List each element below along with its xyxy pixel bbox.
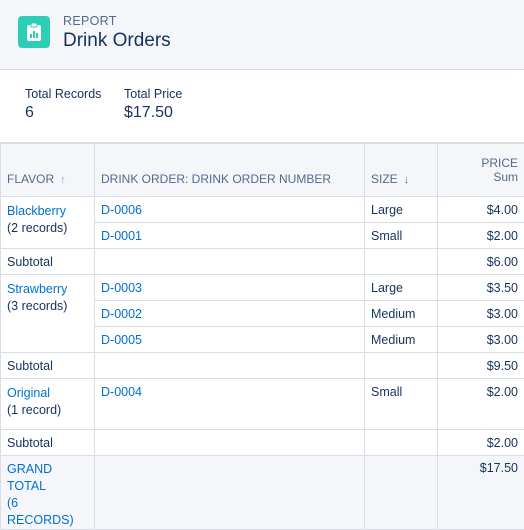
column-header-size-label: SIZE bbox=[371, 172, 398, 186]
subtotal-value: $6.00 bbox=[438, 249, 524, 275]
report-table: FLAVOR↑ DRINK ORDER: DRINK ORDER NUMBER … bbox=[0, 143, 524, 530]
subtotal-value: $9.50 bbox=[438, 353, 524, 379]
grand-total-label: GRAND TOTAL bbox=[7, 462, 52, 493]
group-record-count: (3 records) bbox=[7, 299, 67, 313]
report-type-label: REPORT bbox=[63, 14, 117, 28]
table-row: Original (1 record) D-0004 Small $2.00 bbox=[1, 379, 524, 430]
group-flavor-name[interactable]: Strawberry bbox=[7, 282, 67, 296]
report-icon bbox=[18, 16, 50, 48]
report-header: REPORT Drink Orders bbox=[0, 0, 524, 70]
price-cell: $3.00 bbox=[438, 327, 524, 353]
column-header-price-aggregate: Sum bbox=[444, 170, 518, 184]
price-cell: $3.50 bbox=[438, 275, 524, 301]
grand-total-cell: GRAND TOTAL (6 RECORDS) bbox=[1, 456, 95, 530]
report-summary: Total Records 6 Total Price $17.50 bbox=[0, 70, 524, 143]
size-cell: Medium bbox=[365, 301, 438, 327]
size-cell: Large bbox=[365, 275, 438, 301]
column-header-price-label: PRICE bbox=[481, 156, 518, 170]
group-flavor-cell: Blackberry (2 records) bbox=[1, 197, 95, 249]
total-price-stat: Total Price $17.50 bbox=[124, 87, 182, 122]
size-cell: Small bbox=[365, 379, 438, 430]
group-flavor-name[interactable]: Original bbox=[7, 386, 50, 400]
grand-total-row: GRAND TOTAL (6 RECORDS) $17.50 bbox=[1, 456, 524, 530]
total-records-value: 6 bbox=[25, 104, 101, 122]
total-price-label: Total Price bbox=[124, 87, 182, 101]
order-number-link[interactable]: D-0005 bbox=[101, 333, 142, 347]
order-number-link[interactable]: D-0002 bbox=[101, 307, 142, 321]
group-record-count: (2 records) bbox=[7, 221, 67, 235]
subtotal-row: Subtotal $6.00 bbox=[1, 249, 524, 275]
size-cell: Medium bbox=[365, 327, 438, 353]
column-header-order-number-label: DRINK ORDER: DRINK ORDER NUMBER bbox=[101, 172, 331, 186]
column-header-flavor[interactable]: FLAVOR ↑ bbox=[1, 144, 95, 197]
total-price-value: $17.50 bbox=[124, 104, 182, 122]
order-number-link[interactable]: D-0006 bbox=[101, 203, 142, 217]
group-flavor-cell: Original (1 record) bbox=[1, 379, 95, 430]
total-records-stat: Total Records 6 bbox=[25, 87, 101, 122]
column-header-order-number[interactable]: DRINK ORDER: DRINK ORDER NUMBER bbox=[95, 144, 365, 197]
order-number-link[interactable]: D-0003 bbox=[101, 281, 142, 295]
price-cell: $2.00 bbox=[438, 379, 524, 430]
page-title: Drink Orders bbox=[63, 30, 171, 52]
order-number-link[interactable]: D-0004 bbox=[101, 385, 142, 399]
grand-total-count: (6 RECORDS) bbox=[7, 496, 74, 527]
sort-ascending-icon: ↑ bbox=[60, 174, 66, 186]
price-cell: $3.00 bbox=[438, 301, 524, 327]
order-number-link[interactable]: D-0001 bbox=[101, 229, 142, 243]
subtotal-label: Subtotal bbox=[1, 353, 95, 379]
subtotal-row: Subtotal $2.00 bbox=[1, 430, 524, 456]
column-header-price[interactable]: PRICE Sum bbox=[438, 144, 524, 197]
grand-total-value: $17.50 bbox=[438, 456, 524, 530]
total-records-label: Total Records bbox=[25, 87, 101, 101]
subtotal-label: Subtotal bbox=[1, 430, 95, 456]
subtotal-row: Subtotal $9.50 bbox=[1, 353, 524, 379]
column-header-size[interactable]: SIZE ↓ bbox=[365, 144, 438, 197]
table-row: Blackberry (2 records) D-0006 Large $4.0… bbox=[1, 197, 524, 223]
group-flavor-name[interactable]: Blackberry bbox=[7, 204, 66, 218]
group-flavor-cell: Strawberry (3 records) bbox=[1, 275, 95, 353]
subtotal-value: $2.00 bbox=[438, 430, 524, 456]
table-row: Strawberry (3 records) D-0003 Large $3.5… bbox=[1, 275, 524, 301]
price-cell: $2.00 bbox=[438, 223, 524, 249]
size-cell: Small bbox=[365, 223, 438, 249]
column-header-flavor-label: FLAVOR bbox=[7, 172, 54, 186]
sort-descending-icon: ↓ bbox=[404, 174, 410, 186]
group-record-count: (1 record) bbox=[7, 403, 61, 417]
subtotal-label: Subtotal bbox=[1, 249, 95, 275]
size-cell: Large bbox=[365, 197, 438, 223]
price-cell: $4.00 bbox=[438, 197, 524, 223]
